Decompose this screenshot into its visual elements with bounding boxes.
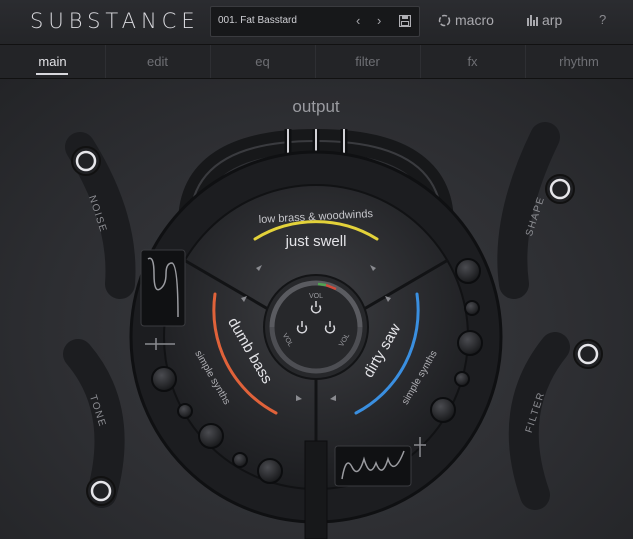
arp-label: arp [542, 12, 563, 28]
tab-eq[interactable]: eq [210, 45, 316, 78]
macro-icon [438, 14, 451, 27]
active-tab-indicator [36, 73, 68, 75]
arp-button[interactable]: arp [527, 12, 562, 28]
tab-edit[interactable]: edit [105, 45, 211, 78]
help-button[interactable]: ? [599, 12, 606, 27]
top-bar: SUBSTANCE 001. Fat Basstard ‹ › macro ar… [0, 0, 633, 45]
tab-rhythm[interactable]: rhythm [525, 45, 633, 78]
main-panel: NOISE TONE SHAPE FILTER output low brass… [0, 79, 633, 539]
prev-preset-button[interactable]: ‹ [356, 13, 360, 28]
macro-label: macro [455, 12, 494, 28]
preset-name[interactable]: 001. Fat Basstard [218, 15, 297, 26]
tab-bar: main edit eq filter fx rhythm [0, 45, 633, 79]
bottom-waveform-display[interactable] [334, 445, 412, 487]
main-stage: NOISE TONE SHAPE FILTER output low brass… [63, 97, 603, 539]
app-logo: SUBSTANCE [30, 9, 200, 33]
tone-control[interactable] [63, 339, 125, 508]
output-label: output [292, 97, 340, 116]
tab-fx[interactable]: fx [420, 45, 526, 78]
macro-button[interactable]: macro [438, 12, 494, 28]
arp-icon [527, 15, 538, 26]
top-vol-label: VOL [309, 293, 323, 300]
preset-selector[interactable]: 001. Fat Basstard ‹ › [210, 6, 420, 37]
center-hub [263, 274, 369, 380]
tab-filter[interactable]: filter [315, 45, 421, 78]
top-layer-name[interactable]: just swell [285, 233, 347, 250]
save-icon[interactable] [399, 15, 411, 27]
left-waveform-display[interactable] [140, 249, 186, 327]
bottom-connector [304, 440, 328, 539]
next-preset-button[interactable]: › [377, 13, 381, 28]
vol-indicator-green [317, 282, 327, 287]
